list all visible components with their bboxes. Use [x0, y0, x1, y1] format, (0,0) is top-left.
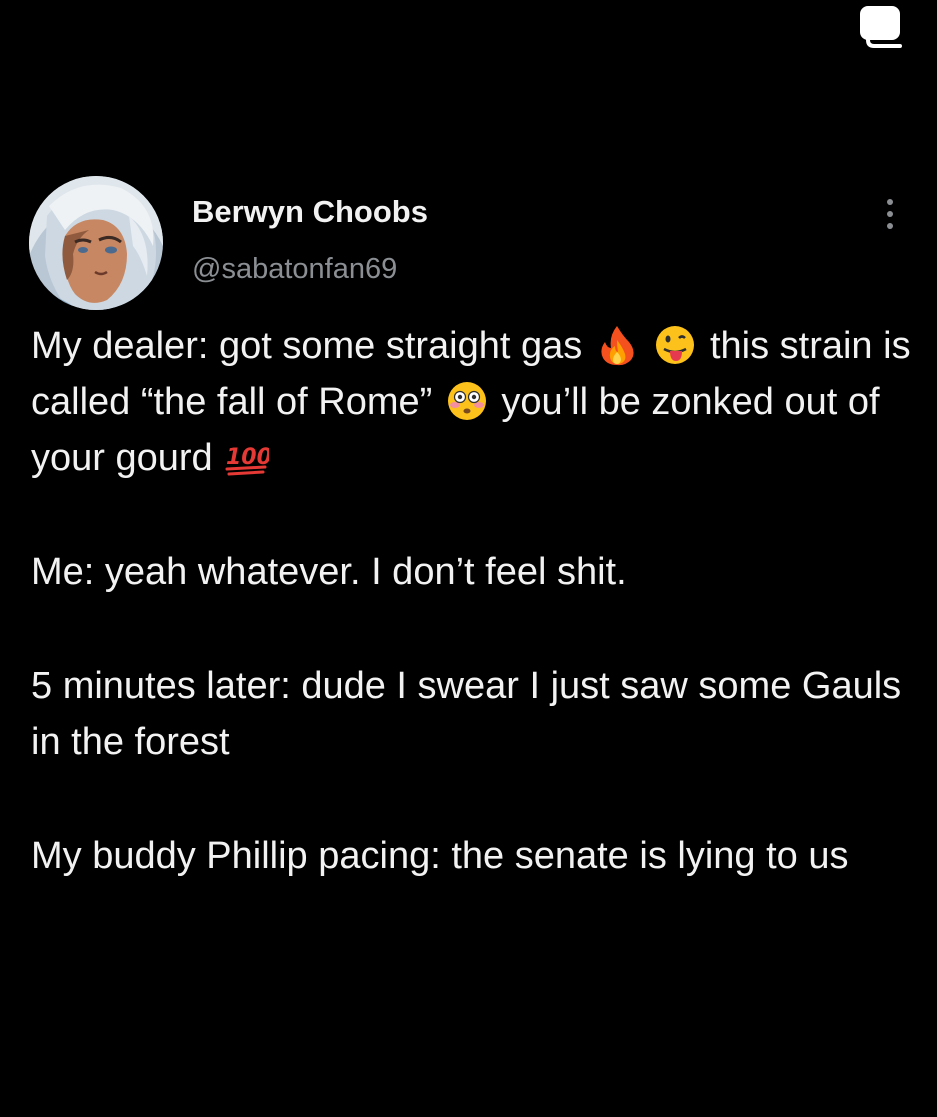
- avatar[interactable]: [29, 176, 163, 310]
- tweet-text: My dealer: got some straight gas this st…: [31, 318, 911, 884]
- author-display-name[interactable]: Berwyn Choobs: [192, 194, 428, 230]
- tweet-paragraph-1: My dealer: got some straight gas this st…: [31, 318, 911, 486]
- author-handle[interactable]: @sabatonfan69: [192, 253, 397, 286]
- tweet-text-fragment: My dealer: got some straight gas: [31, 325, 583, 367]
- fire-emoji: [601, 326, 634, 366]
- tweet-paragraph-3: 5 minutes later: dude I swear I just saw…: [31, 665, 902, 763]
- tweet-paragraph-2: Me: yeah whatever. I don’t feel shit.: [31, 551, 627, 593]
- hundred-points-emoji: 100: [225, 445, 269, 476]
- tweet-paragraph-4: My buddy Phillip pacing: the senate is l…: [31, 835, 849, 877]
- more-options-icon[interactable]: [876, 196, 904, 232]
- copy-icon[interactable]: [856, 4, 908, 50]
- tongue-out-face-emoji: [656, 326, 695, 364]
- flushed-face-emoji: [447, 382, 486, 420]
